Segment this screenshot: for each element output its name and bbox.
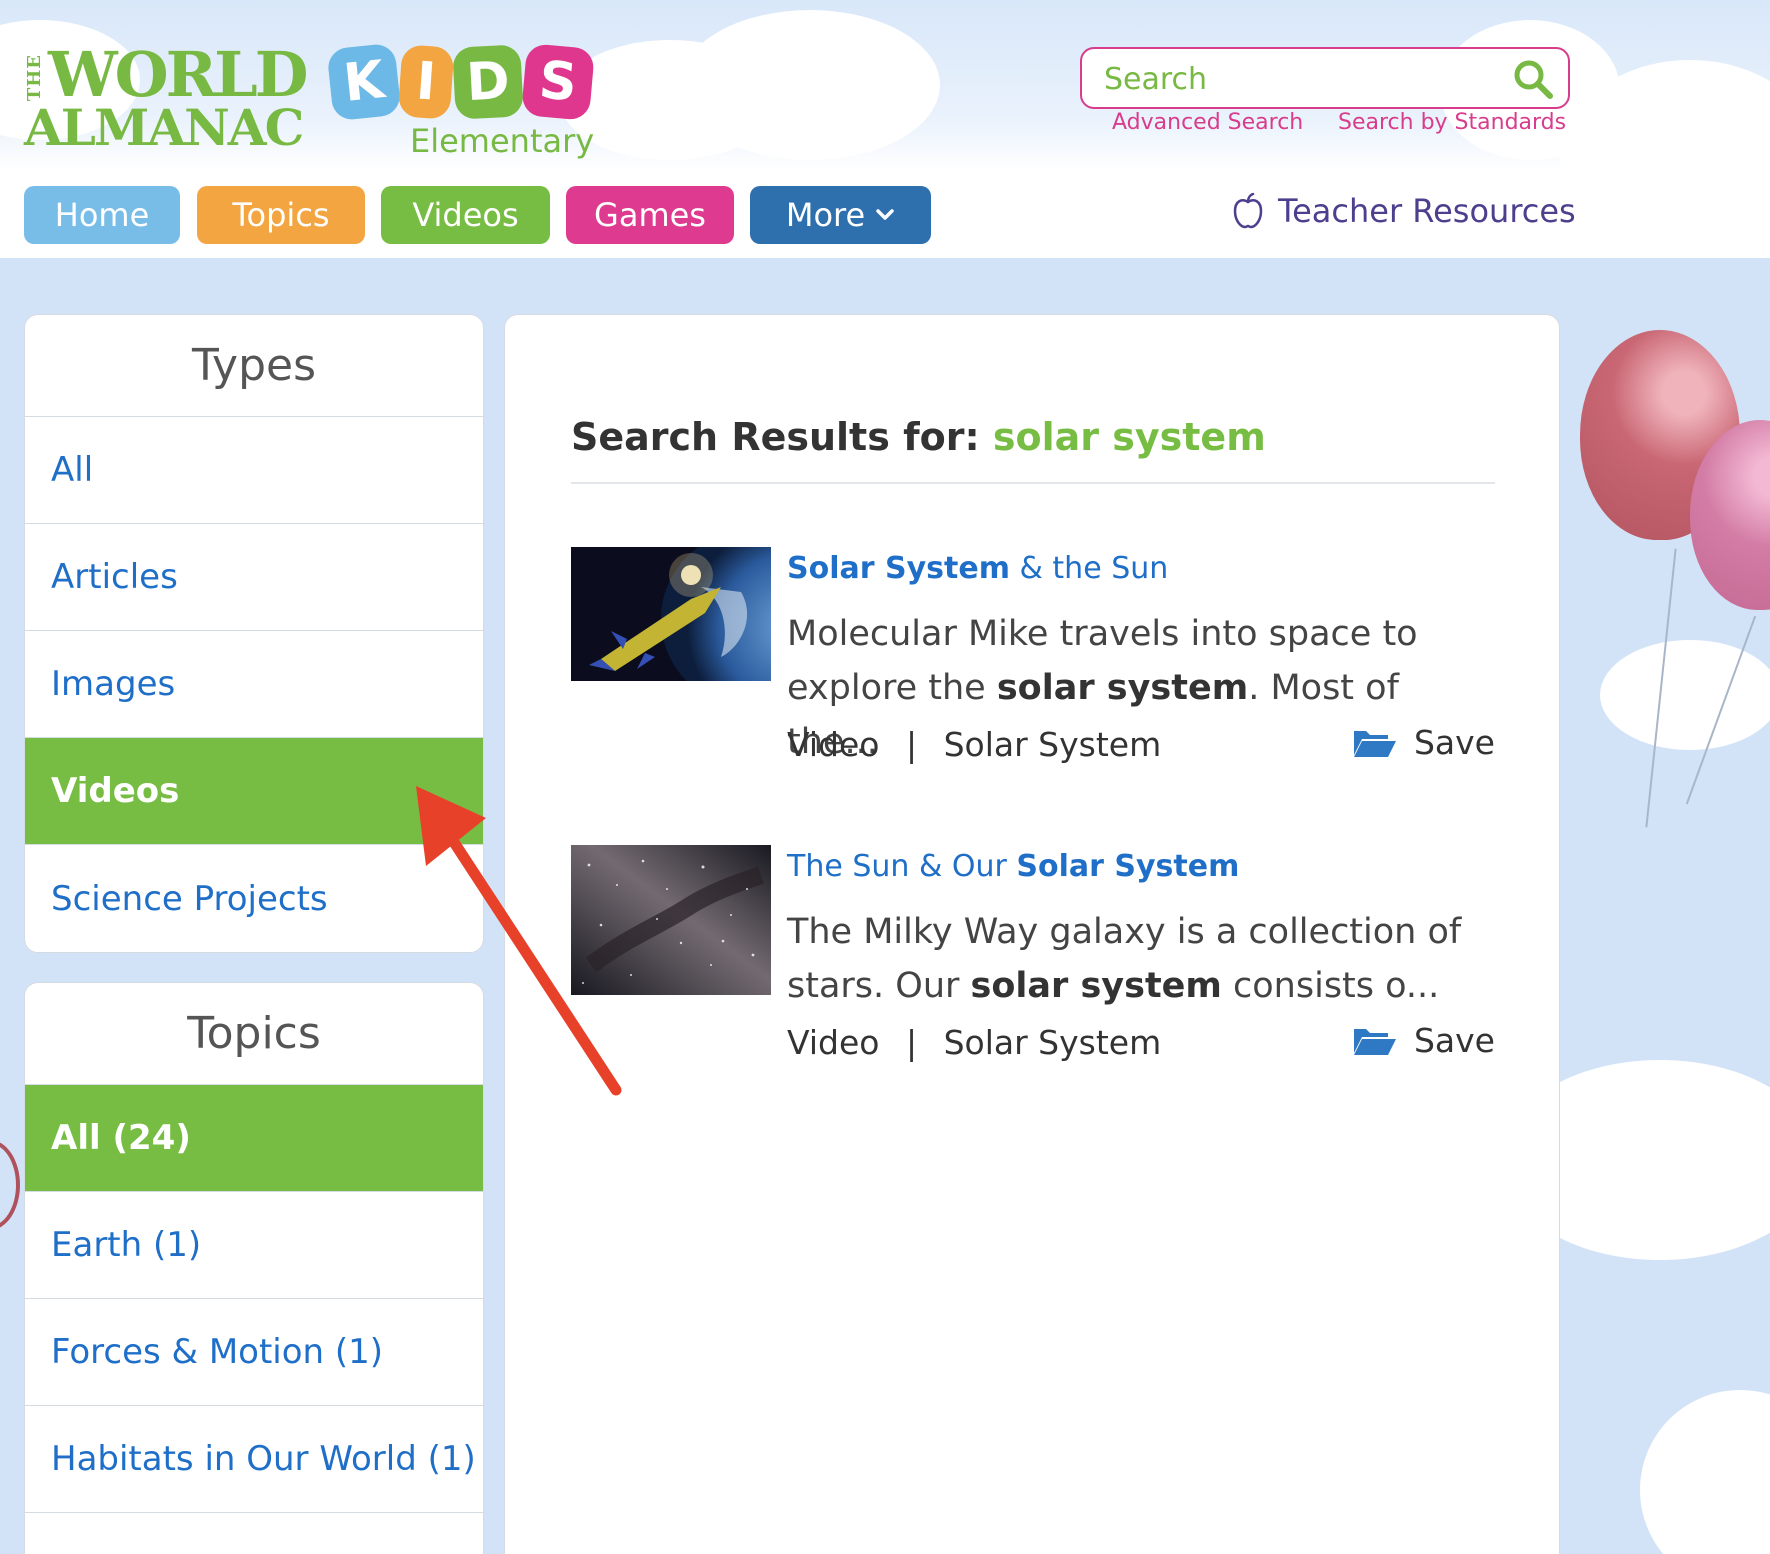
result-topic: Solar System (943, 725, 1162, 764)
nav-topics-button[interactable]: Topics (197, 186, 365, 244)
topics-panel: Topics All (24) Earth (1) Forces & Motio… (24, 982, 484, 1554)
logo-world: WORLD (48, 38, 309, 111)
chevron-down-icon (876, 209, 894, 220)
result-meta-separator: | (905, 725, 918, 764)
result-desc-bold: solar system (970, 966, 1222, 1006)
save-button[interactable]: Save (1352, 1021, 1495, 1060)
result-meta: Video | Solar System (787, 1023, 1161, 1062)
logo-kids-letter: K (326, 42, 402, 122)
result-title-bold: Solar System (1016, 849, 1240, 884)
topics-title: Topics (25, 983, 483, 1085)
result-title-link[interactable]: The Sun & Our Solar System (787, 849, 1239, 884)
nav-more-button[interactable]: More (750, 186, 931, 244)
teacher-resources-link[interactable]: Teacher Resources (1232, 192, 1576, 230)
results-heading: Search Results for: solar system (571, 415, 1266, 459)
advanced-search-link[interactable]: Advanced Search (1112, 110, 1303, 135)
result-type: Video (787, 1023, 880, 1062)
result-type: Video (787, 725, 880, 764)
search-icon[interactable] (1512, 58, 1554, 100)
types-item-science-projects[interactable]: Science Projects (25, 845, 483, 952)
apple-icon (1233, 192, 1263, 229)
site-header: THE WORLD ALMANAC K I D S Elementary Adv… (0, 0, 1770, 258)
cloud-decoration (1640, 1390, 1770, 1554)
folder-open-icon (1353, 1028, 1396, 1055)
result-title-pre: The Sun & Our (787, 849, 1017, 884)
topics-item-habitats[interactable]: Habitats in Our World (1) (25, 1406, 483, 1513)
save-label: Save (1413, 723, 1495, 762)
result-item: Solar System & the Sun Molecular Mike tr… (571, 547, 1495, 767)
types-title: Types (25, 315, 483, 417)
nav-games-button[interactable]: Games (566, 186, 734, 244)
logo-the: THE (24, 54, 45, 102)
results-query: solar system (992, 415, 1266, 459)
search-box (1080, 47, 1570, 109)
result-meta: Video | Solar System (787, 725, 1161, 764)
types-panel: Types All Articles Images Videos Science… (24, 314, 484, 953)
cloud-decoration (680, 10, 940, 160)
result-item: The Sun & Our Solar System The Milky Way… (571, 845, 1495, 1065)
types-item-articles[interactable]: Articles (25, 524, 483, 631)
result-thumbnail-rocket[interactable] (571, 547, 771, 681)
result-description: The Milky Way galaxy is a collection of … (787, 905, 1487, 1013)
types-item-images[interactable]: Images (25, 631, 483, 738)
logo-kids-letter: I (397, 44, 455, 120)
search-by-standards-link[interactable]: Search by Standards (1338, 110, 1566, 135)
results-heading-label: Search Results for: (571, 415, 980, 459)
site-logo[interactable]: THE WORLD ALMANAC K I D S Elementary (24, 38, 604, 164)
logo-kids-letter: S (520, 43, 596, 121)
topics-item-forces-motion[interactable]: Forces & Motion (1) (25, 1299, 483, 1406)
nav-home-button[interactable]: Home (24, 186, 180, 244)
result-title-rest: & the Sun (1009, 551, 1169, 586)
nav-videos-button[interactable]: Videos (381, 186, 550, 244)
swirl-decoration (0, 1140, 20, 1230)
folder-open-icon (1353, 730, 1396, 757)
logo-almanac: ALMANAC (24, 98, 304, 157)
save-label: Save (1413, 1021, 1495, 1060)
search-input[interactable] (1104, 57, 1504, 101)
cloud-decoration (1600, 640, 1770, 750)
results-panel: Search Results for: solar system Solar S… (504, 314, 1560, 1554)
teacher-resources-label: Teacher Resources (1278, 192, 1576, 230)
result-desc-bold: solar system (996, 668, 1249, 708)
save-button[interactable]: Save (1352, 723, 1495, 762)
logo-kids-letter: D (452, 44, 524, 120)
types-item-videos[interactable]: Videos (25, 738, 483, 845)
topics-item-earth[interactable]: Earth (1) (25, 1192, 483, 1299)
result-title-bold: Solar System (787, 551, 1010, 586)
result-topic: Solar System (943, 1023, 1162, 1062)
nav-more-label: More (785, 196, 866, 234)
results-divider (571, 482, 1495, 484)
types-item-all[interactable]: All (25, 417, 483, 524)
logo-kids: K I D S (326, 42, 596, 122)
topics-item-all[interactable]: All (24) (25, 1085, 483, 1192)
logo-elementary: Elementary (410, 122, 595, 160)
result-title-link[interactable]: Solar System & the Sun (787, 551, 1168, 586)
result-desc-post: consists o... (1221, 966, 1440, 1006)
result-meta-separator: | (905, 1023, 918, 1062)
result-thumbnail-milky-way[interactable] (571, 845, 771, 995)
